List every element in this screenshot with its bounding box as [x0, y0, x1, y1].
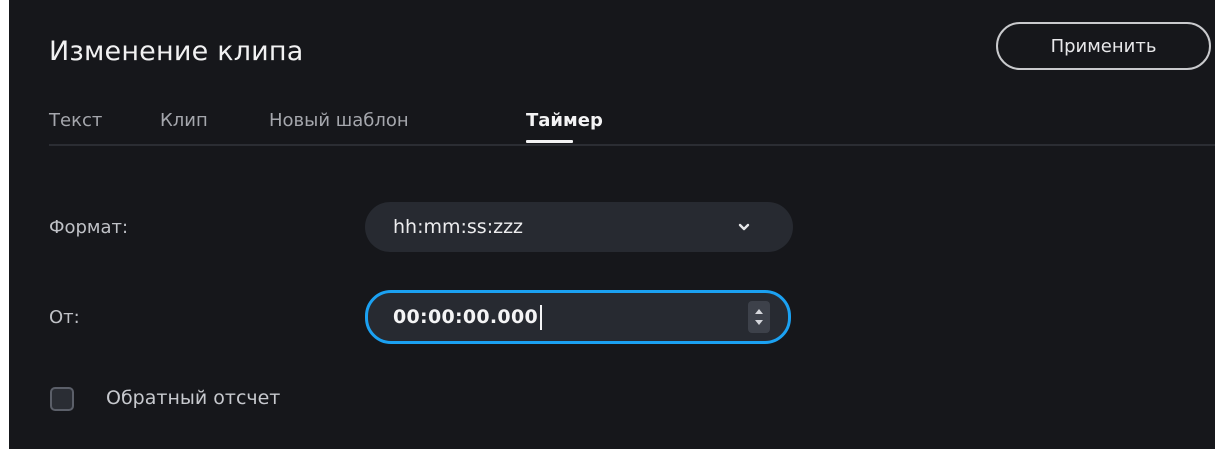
- time-stepper[interactable]: [748, 301, 770, 333]
- apply-button[interactable]: Применить: [996, 22, 1211, 70]
- tab-new-template[interactable]: Новый шаблон: [269, 110, 409, 131]
- from-label: От:: [49, 307, 80, 328]
- edit-clip-panel: Изменение клипа Применить Текст Клип Нов…: [9, 0, 1215, 449]
- tab-text[interactable]: Текст: [49, 110, 102, 131]
- text-caret: [540, 304, 542, 330]
- from-time-input[interactable]: 00:00:00.000: [365, 290, 791, 344]
- active-tab-indicator: [526, 140, 573, 143]
- format-select[interactable]: hh:mm:ss:zzz: [365, 202, 793, 252]
- from-time-value: 00:00:00.000: [393, 306, 538, 328]
- format-select-value: hh:mm:ss:zzz: [393, 216, 524, 238]
- countdown-checkbox[interactable]: [50, 387, 74, 411]
- panel-title: Изменение клипа: [49, 36, 304, 67]
- arrow-up-icon[interactable]: [755, 309, 763, 314]
- chevron-down-icon: [738, 223, 750, 231]
- countdown-label[interactable]: Обратный отсчет: [106, 387, 280, 409]
- arrow-down-icon[interactable]: [755, 320, 763, 325]
- tabs-divider: [49, 144, 1215, 146]
- tab-timer[interactable]: Таймер: [526, 110, 603, 131]
- tab-clip[interactable]: Клип: [160, 110, 208, 131]
- format-label: Формат:: [49, 217, 129, 238]
